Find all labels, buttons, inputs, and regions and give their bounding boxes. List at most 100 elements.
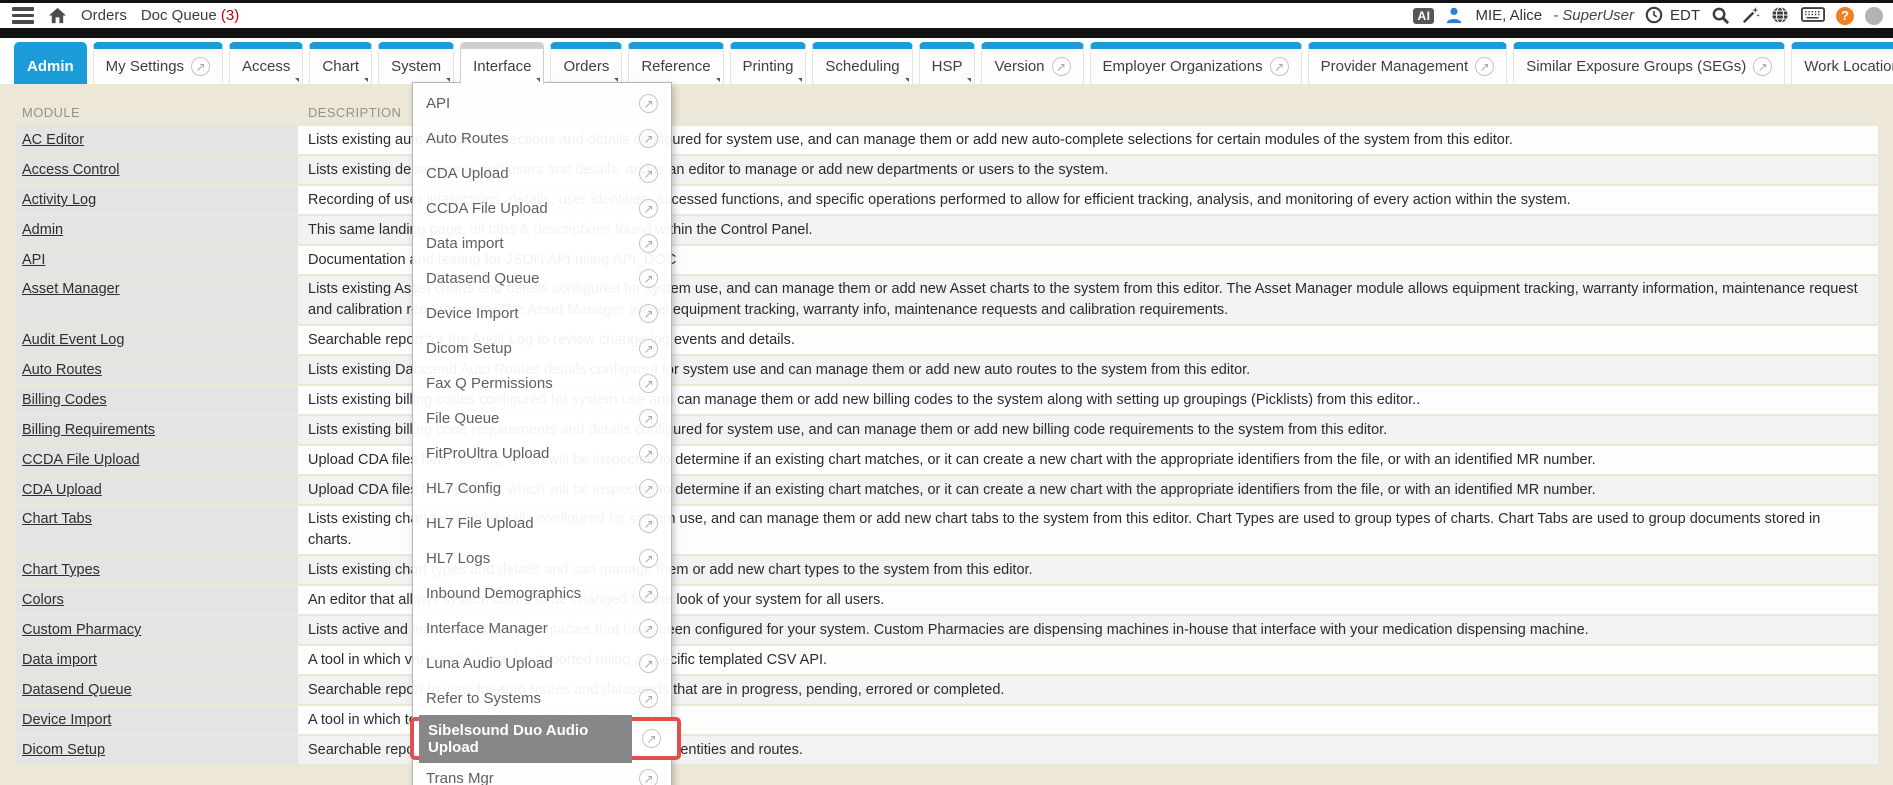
nav-tab[interactable]: My Settings ↗: [93, 42, 223, 84]
globe-icon[interactable]: [1771, 6, 1790, 25]
external-link-icon[interactable]: ↗: [639, 584, 658, 603]
module-link[interactable]: Device Import: [22, 712, 111, 728]
external-link-icon[interactable]: ↗: [639, 199, 658, 218]
module-link[interactable]: Billing Codes: [22, 392, 107, 408]
external-link-icon[interactable]: ↗: [639, 444, 658, 463]
table-row: Datasend Queue Searchable report to view…: [15, 676, 1878, 704]
nav-tab[interactable]: Scheduling: [812, 42, 912, 84]
search-icon[interactable]: [1711, 6, 1730, 25]
menu-item[interactable]: Interface Manager ↗: [413, 611, 671, 646]
keyboard-icon[interactable]: [1801, 6, 1825, 25]
module-link[interactable]: AC Editor: [22, 132, 84, 148]
description-column-header: DESCRIPTION: [298, 105, 401, 120]
menu-item[interactable]: HL7 Logs ↗: [413, 541, 671, 576]
external-link-icon[interactable]: ↗: [639, 304, 658, 323]
orders-link[interactable]: Orders: [81, 7, 127, 24]
module-link[interactable]: API: [22, 252, 45, 268]
menu-item[interactable]: HL7 Config ↗: [413, 471, 671, 506]
external-link-icon[interactable]: ↗: [639, 619, 658, 638]
nav-tab[interactable]: Similar Exposure Groups (SEGs) ↗: [1513, 42, 1785, 84]
module-link[interactable]: CCDA File Upload: [22, 452, 140, 468]
external-link-icon[interactable]: ↗: [639, 654, 658, 673]
external-link-icon: ↗: [1475, 57, 1494, 76]
module-cell: Dicom Setup: [15, 736, 298, 764]
hamburger-menu-icon[interactable]: [12, 5, 34, 26]
menu-item[interactable]: FitProUltra Upload ↗: [413, 436, 671, 471]
module-link[interactable]: CDA Upload: [22, 482, 102, 498]
external-link-icon[interactable]: ↗: [639, 769, 658, 785]
menu-item[interactable]: Auto Routes ↗: [413, 121, 671, 156]
module-link[interactable]: Audit Event Log: [22, 332, 124, 348]
module-link[interactable]: Activity Log: [22, 192, 96, 208]
external-link-icon[interactable]: ↗: [639, 514, 658, 533]
nav-tab[interactable]: System: [378, 42, 454, 84]
external-link-icon[interactable]: ↗: [639, 374, 658, 393]
module-cell: API: [15, 246, 298, 274]
menu-item[interactable]: Fax Q Permissions ↗: [413, 366, 671, 401]
external-link-icon[interactable]: ↗: [639, 94, 658, 113]
external-link-icon[interactable]: ↗: [639, 339, 658, 358]
external-link-icon[interactable]: ↗: [639, 234, 658, 253]
module-link[interactable]: Chart Tabs: [22, 511, 92, 527]
user-name[interactable]: MIE, Alice: [1475, 7, 1542, 24]
external-link-icon[interactable]: ↗: [639, 129, 658, 148]
module-link[interactable]: Billing Requirements: [22, 422, 155, 438]
menu-item[interactable]: Dicom Setup ↗: [413, 331, 671, 366]
module-link[interactable]: Asset Manager: [22, 281, 120, 297]
ai-badge[interactable]: AI: [1413, 8, 1434, 24]
module-link[interactable]: Datasend Queue: [22, 682, 132, 698]
menu-item[interactable]: Sibelsound Duo Audio Upload ↗: [410, 717, 681, 760]
nav-tab[interactable]: Reference: [628, 42, 723, 84]
module-link[interactable]: Admin: [22, 222, 63, 238]
module-table: MODULE DESCRIPTION AC Editor Lists exist…: [0, 84, 1893, 785]
nav-tab[interactable]: Admin: [14, 42, 87, 84]
nav-tab[interactable]: Chart: [309, 42, 372, 84]
external-link-icon[interactable]: ↗: [639, 409, 658, 428]
module-link[interactable]: Access Control: [22, 162, 120, 178]
external-link-icon[interactable]: ↗: [639, 689, 658, 708]
module-link[interactable]: Custom Pharmacy: [22, 622, 141, 638]
external-link-icon[interactable]: ↗: [642, 729, 661, 748]
clock-icon[interactable]: [1645, 6, 1664, 25]
chevron-down-icon: [798, 78, 802, 82]
menu-item[interactable]: Inbound Demographics ↗: [413, 576, 671, 611]
external-link-icon[interactable]: ↗: [639, 549, 658, 568]
menu-item[interactable]: API ↗: [413, 86, 671, 121]
menu-item[interactable]: Trans Mgr ↗: [413, 761, 671, 785]
menu-item[interactable]: File Queue ↗: [413, 401, 671, 436]
nav-tab[interactable]: Orders: [550, 42, 622, 84]
chevron-down-icon: [295, 78, 299, 82]
menu-item[interactable]: CDA Upload ↗: [413, 156, 671, 191]
menu-item[interactable]: HL7 File Upload ↗: [413, 506, 671, 541]
nav-tab[interactable]: Interface: [460, 42, 544, 84]
nav-tab[interactable]: Printing: [730, 42, 807, 84]
module-link[interactable]: Chart Types: [22, 562, 100, 578]
external-link-icon[interactable]: ↗: [639, 479, 658, 498]
help-icon[interactable]: ?: [1836, 7, 1854, 25]
tab-label: Work Locations: [1804, 58, 1893, 75]
menu-item-label: HL7 Config: [426, 480, 501, 497]
menu-item[interactable]: Data import ↗: [413, 226, 671, 261]
nav-tab[interactable]: Work Locations ↗: [1791, 42, 1893, 84]
nav-tab[interactable]: Employer Organizations ↗: [1090, 42, 1302, 84]
avatar[interactable]: [1865, 7, 1883, 25]
wand-icon[interactable]: [1741, 6, 1760, 25]
nav-tab[interactable]: Access: [229, 42, 303, 84]
doc-queue-link[interactable]: Doc Queue (3): [141, 7, 239, 24]
menu-item[interactable]: Datasend Queue ↗: [413, 261, 671, 296]
module-link[interactable]: Colors: [22, 592, 64, 608]
nav-tab[interactable]: Provider Management ↗: [1308, 42, 1508, 84]
nav-tab[interactable]: HSP: [919, 42, 976, 84]
nav-tab[interactable]: Version ↗: [981, 42, 1083, 84]
menu-item[interactable]: Refer to Systems ↗: [413, 681, 671, 716]
home-icon[interactable]: [48, 6, 67, 25]
external-link-icon[interactable]: ↗: [639, 269, 658, 288]
menu-item[interactable]: Luna Audio Upload ↗: [413, 646, 671, 681]
module-link[interactable]: Auto Routes: [22, 362, 102, 378]
module-link[interactable]: Dicom Setup: [22, 742, 105, 758]
menu-item[interactable]: Device Import ↗: [413, 296, 671, 331]
external-link-icon[interactable]: ↗: [639, 164, 658, 183]
menu-item[interactable]: CCDA File Upload ↗: [413, 191, 671, 226]
module-link[interactable]: Data import: [22, 652, 97, 668]
table-row: AC Editor Lists existing auto-complete s…: [15, 126, 1878, 154]
